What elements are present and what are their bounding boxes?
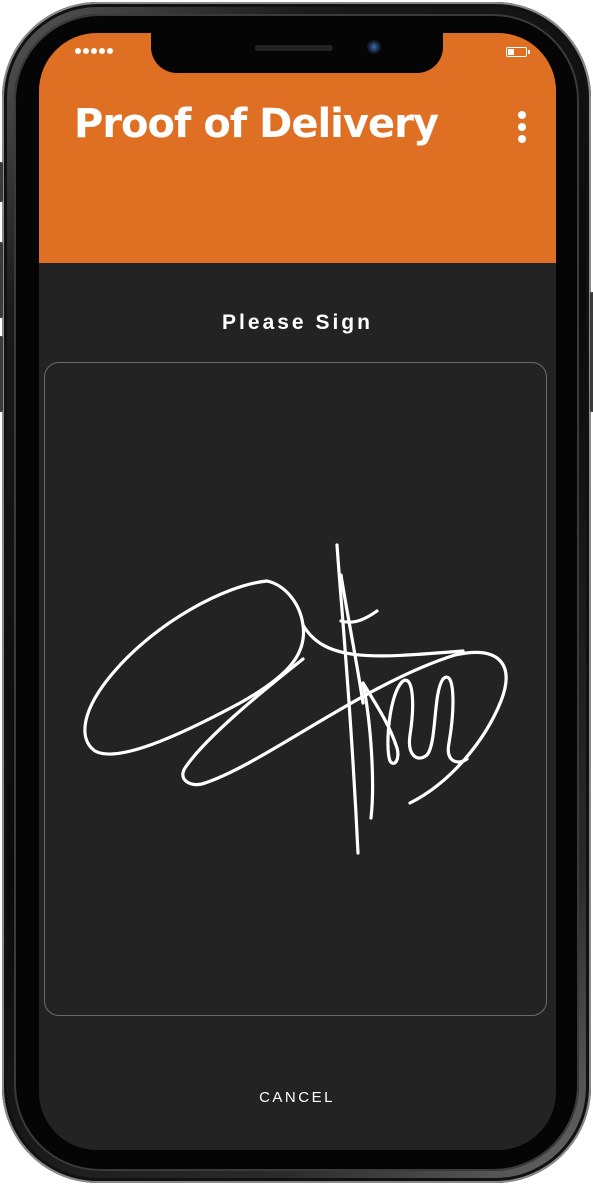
more-menu-button[interactable] <box>509 107 535 147</box>
front-camera <box>367 40 381 54</box>
volume-up-button <box>0 242 3 318</box>
battery-level <box>508 49 514 55</box>
speaker-grille <box>255 45 333 51</box>
more-vertical-icon <box>518 111 526 119</box>
app-header: Proof of Delivery <box>39 33 556 263</box>
battery-icon <box>506 47 530 57</box>
mute-switch <box>0 162 3 202</box>
volume-down-button <box>0 336 3 412</box>
page-title: Proof of Delivery <box>74 101 439 147</box>
signal-strength-icon <box>75 48 113 54</box>
cancel-button[interactable]: CANCEL <box>197 1077 397 1117</box>
signature-stroke <box>83 543 508 855</box>
phone-screen: Proof of Delivery Please Sign CANCEL <box>39 33 556 1150</box>
signature-pad[interactable] <box>44 362 547 1016</box>
notch <box>151 33 443 73</box>
sign-prompt: Please Sign <box>222 311 373 334</box>
